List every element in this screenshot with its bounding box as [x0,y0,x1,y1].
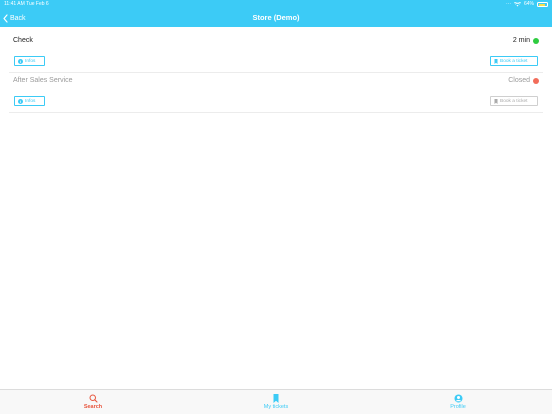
tab-my-tickets[interactable]: My tickets [246,392,306,414]
status-time: 11:41 AM [4,1,25,7]
tab-label: Profile [450,404,466,410]
battery-percent: 64% [523,1,534,7]
infos-label: Infos [25,98,36,104]
info-icon: i [18,58,23,64]
search-icon [89,394,98,403]
book-label: Book a ticket [500,98,528,104]
tab-bar: Search My tickets Profile [0,389,552,414]
status-dot-icon [533,38,539,44]
book-label: Book a ticket [500,58,528,64]
page-title: Store (Demo) [252,13,300,22]
book-ticket-button: Book a ticket [490,96,538,106]
profile-icon [454,394,462,402]
service-status: Closed [508,77,539,85]
status-bar: 11:41 AM Tue Feb 6 ··· 64% [0,0,552,9]
status-time-date: 11:41 AM Tue Feb 6 [4,0,49,9]
tab-search[interactable]: Search [63,392,123,414]
bookmark-icon [273,393,279,403]
tab-label: Search [83,404,103,410]
wait-time: 2 min [512,37,530,44]
status-date: Tue Feb 6 [26,1,49,7]
infos-label: Infos [25,58,36,64]
battery-icon [537,2,548,7]
app-header: 11:41 AM Tue Feb 6 ··· 64% Back Store (D… [0,0,552,27]
status-indicators: ··· 64% [506,0,548,9]
service-row-after-sales: After Sales Service Closed i Infos Book … [9,72,543,113]
signal-icon: ··· [505,1,511,7]
bookmark-icon [494,58,498,64]
infos-button[interactable]: i Infos [14,96,45,106]
book-ticket-button[interactable]: Book a ticket [490,56,538,66]
tab-label: My tickets [263,404,289,410]
info-icon: i [18,98,23,104]
bookmark-icon [494,98,498,104]
service-row-check: Check 2 min i Infos Book a ticket [9,32,543,73]
status-dot-icon [533,78,539,84]
wifi-icon [513,2,521,7]
closed-status: Closed [508,77,530,84]
service-status: 2 min [513,37,539,45]
nav-bar: Back Store (Demo) [0,9,552,27]
service-name: After Sales Service [13,77,73,84]
tab-profile[interactable]: Profile [428,392,488,414]
infos-button[interactable]: i Infos [14,56,45,66]
service-name: Check [13,37,33,44]
